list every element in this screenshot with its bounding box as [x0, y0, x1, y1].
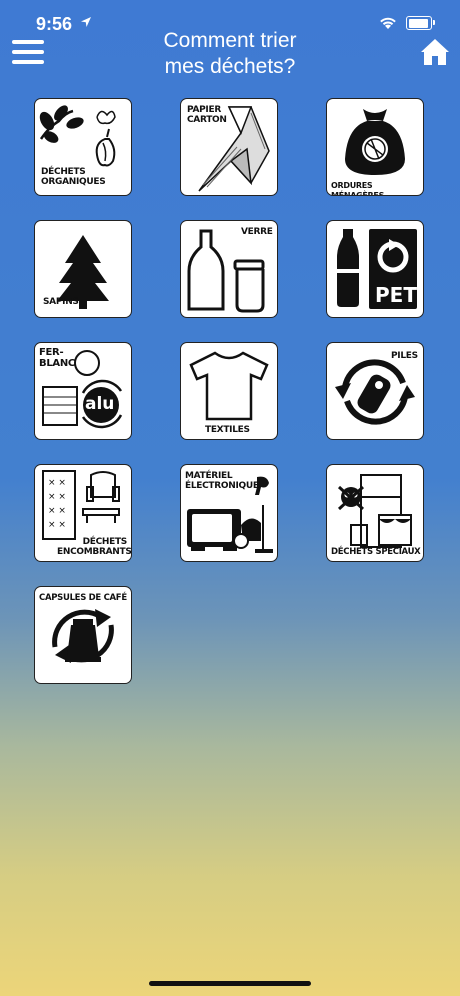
category-batteries[interactable]: PILES — [326, 342, 424, 440]
category-label: PET — [375, 283, 417, 307]
svg-text:× ×: × × — [48, 478, 66, 488]
category-label: PILES — [391, 351, 418, 361]
category-organic-waste[interactable]: DÉCHETS ORGANIQUES — [34, 98, 132, 196]
category-special-waste[interactable]: DÉCHETS SPÉCIAUX — [326, 464, 424, 562]
svg-text:× ×: × × — [48, 506, 66, 516]
category-label: MATÉRIEL ÉLECTRONIQUE — [185, 471, 259, 491]
svg-text:× ×: × × — [48, 520, 66, 530]
category-label: DÉCHETS ORGANIQUES — [41, 167, 106, 187]
category-glass[interactable]: VERRE — [180, 220, 278, 318]
category-label: TEXTILES — [205, 425, 250, 435]
category-label: PAPIER CARTON — [187, 105, 227, 125]
category-label: SAPINS — [43, 297, 79, 307]
svg-text:× ×: × × — [48, 492, 66, 502]
location-arrow-icon — [81, 17, 91, 27]
category-coffee-capsules[interactable]: CAPSULES DE CAFÉ — [34, 586, 132, 684]
category-label: ORDURES MÉNAGÈRES — [331, 181, 385, 196]
category-label: CAPSULES DE CAFÉ — [39, 593, 127, 603]
page-title: Comment trier mes déchets? — [0, 28, 460, 80]
category-label: FER- BLANC — [39, 347, 75, 369]
home-icon[interactable] — [420, 38, 450, 66]
category-paper-cardboard[interactable]: PAPIER CARTON — [180, 98, 278, 196]
category-label: DÉCHETS SPÉCIAUX — [331, 547, 421, 557]
category-label: VERRE — [241, 227, 273, 237]
category-label: DÉCHETS ENCOMBRANTS — [57, 537, 132, 557]
home-indicator — [149, 981, 311, 986]
category-household-waste[interactable]: ORDURES MÉNAGÈRES — [326, 98, 424, 196]
category-electronics[interactable]: MATÉRIEL ÉLECTRONIQUE — [180, 464, 278, 562]
category-bulky-waste[interactable]: × × × × × × × × DÉCHETS ENCOMBRANTS — [34, 464, 132, 562]
title-line-2: mes déchets? — [164, 55, 296, 78]
alu-label: alu — [85, 394, 115, 414]
category-fir-trees[interactable]: SAPINS — [34, 220, 132, 318]
category-pet[interactable]: PET — [326, 220, 424, 318]
title-line-1: Comment trier — [163, 29, 297, 52]
category-textiles[interactable]: TEXTILES — [180, 342, 278, 440]
category-tin-alu[interactable]: FER- BLANC alu — [34, 342, 132, 440]
